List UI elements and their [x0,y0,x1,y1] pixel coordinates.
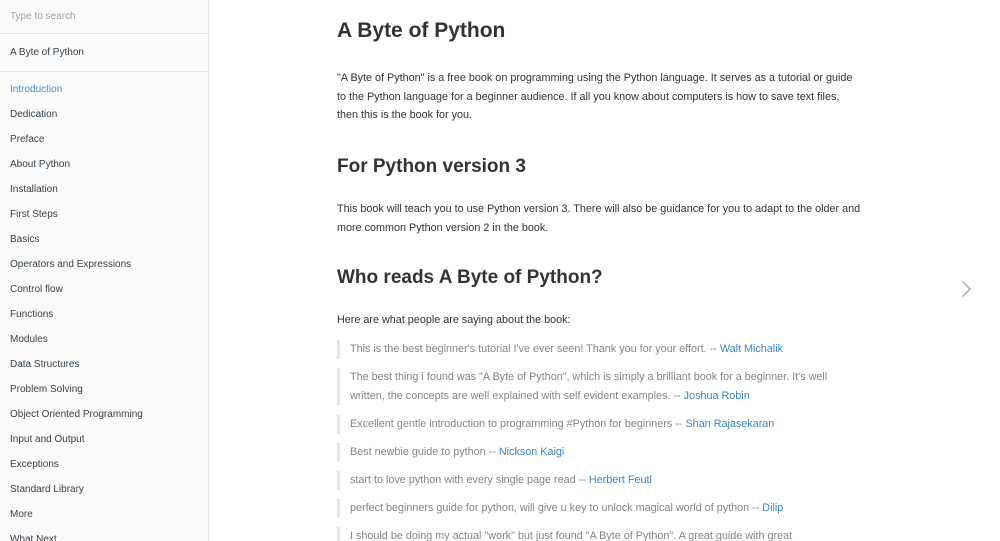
quote-text: This is the best beginner's tutorial I'v… [350,343,720,355]
sidebar-item-introduction[interactable]: Introduction [0,77,208,102]
chevron-right-icon [962,281,971,297]
sidebar-item-control-flow[interactable]: Control flow [0,277,208,302]
quote-text: Excellent gentle introduction to program… [350,418,686,430]
quote-author-link[interactable]: Nickson Kaigi [499,446,564,458]
quote-author-link[interactable]: Shan Rajasekaran [685,418,774,430]
quote-author-link[interactable]: Herbert Feutl [589,474,652,486]
testimonial-quote: start to love python with every single p… [337,471,865,490]
sidebar-item-exceptions[interactable]: Exceptions [0,452,208,477]
chapter-nav: Introduction Dedication Preface About Py… [0,72,208,541]
quote-author-link[interactable]: Walt Michalik [720,343,783,355]
sidebar-book-title[interactable]: A Byte of Python [0,34,208,72]
sidebar-item-dedication[interactable]: Dedication [0,102,208,127]
sidebar-item-basics[interactable]: Basics [0,227,208,252]
testimonial-quote: Best newbie guide to python -- Nickson K… [337,443,865,462]
testimonial-quote: Excellent gentle introduction to program… [337,415,865,434]
sidebar-item-functions[interactable]: Functions [0,302,208,327]
quote-author-link[interactable]: Dilip [762,502,783,514]
quote-text: perfect beginners guide for python, will… [350,502,763,514]
who-reads-paragraph: Here are what people are saying about th… [337,314,571,326]
python-3-paragraph: This book will teach you to use Python v… [337,203,861,234]
sidebar-item-operators-and-expressions[interactable]: Operators and Expressions [0,252,208,277]
quote-text: I should be doing my actual "work" but j… [350,530,793,541]
intro-paragraph: "A Byte of Python" is a free book on pro… [337,72,853,121]
sidebar-item-data-structures[interactable]: Data Structures [0,352,208,377]
book-reader: A Byte of Python Introduction Dedication… [0,0,1000,541]
next-page-button[interactable] [960,280,974,298]
sidebar-item-what-next[interactable]: What Next [0,527,208,541]
search-bar [0,0,208,34]
page-title: A Byte of Python [337,19,506,42]
testimonial-quote: I should be doing my actual "work" but j… [337,527,865,541]
sidebar: A Byte of Python Introduction Dedication… [0,0,209,541]
testimonial-quote: This is the best beginner's tutorial I'v… [337,340,865,359]
sidebar-item-about-python[interactable]: About Python [0,152,208,177]
sidebar-item-standard-library[interactable]: Standard Library [0,477,208,502]
testimonial-quote: perfect beginners guide for python, will… [337,499,865,518]
search-input[interactable] [0,0,208,33]
sidebar-item-modules[interactable]: Modules [0,327,208,352]
sidebar-item-more[interactable]: More [0,502,208,527]
quote-author-link[interactable]: Joshua Robin [684,390,750,402]
testimonial-quote: The best thing i found was "A Byte of Py… [337,368,865,405]
sidebar-item-preface[interactable]: Preface [0,127,208,152]
quote-text: The best thing i found was "A Byte of Py… [350,371,828,402]
section-heading-who-reads: Who reads A Byte of Python? [337,267,603,288]
main-content: A Byte of Python "A Byte of Python" is a… [209,0,1000,541]
sidebar-item-first-steps[interactable]: First Steps [0,202,208,227]
quote-text: start to love python with every single p… [350,474,589,486]
quote-text: Best newbie guide to python -- [350,446,499,458]
sidebar-item-problem-solving[interactable]: Problem Solving [0,377,208,402]
section-heading-python-3: For Python version 3 [337,156,526,177]
sidebar-item-installation[interactable]: Installation [0,177,208,202]
sidebar-item-input-and-output[interactable]: Input and Output [0,427,208,452]
sidebar-item-object-oriented-programming[interactable]: Object Oriented Programming [0,402,208,427]
